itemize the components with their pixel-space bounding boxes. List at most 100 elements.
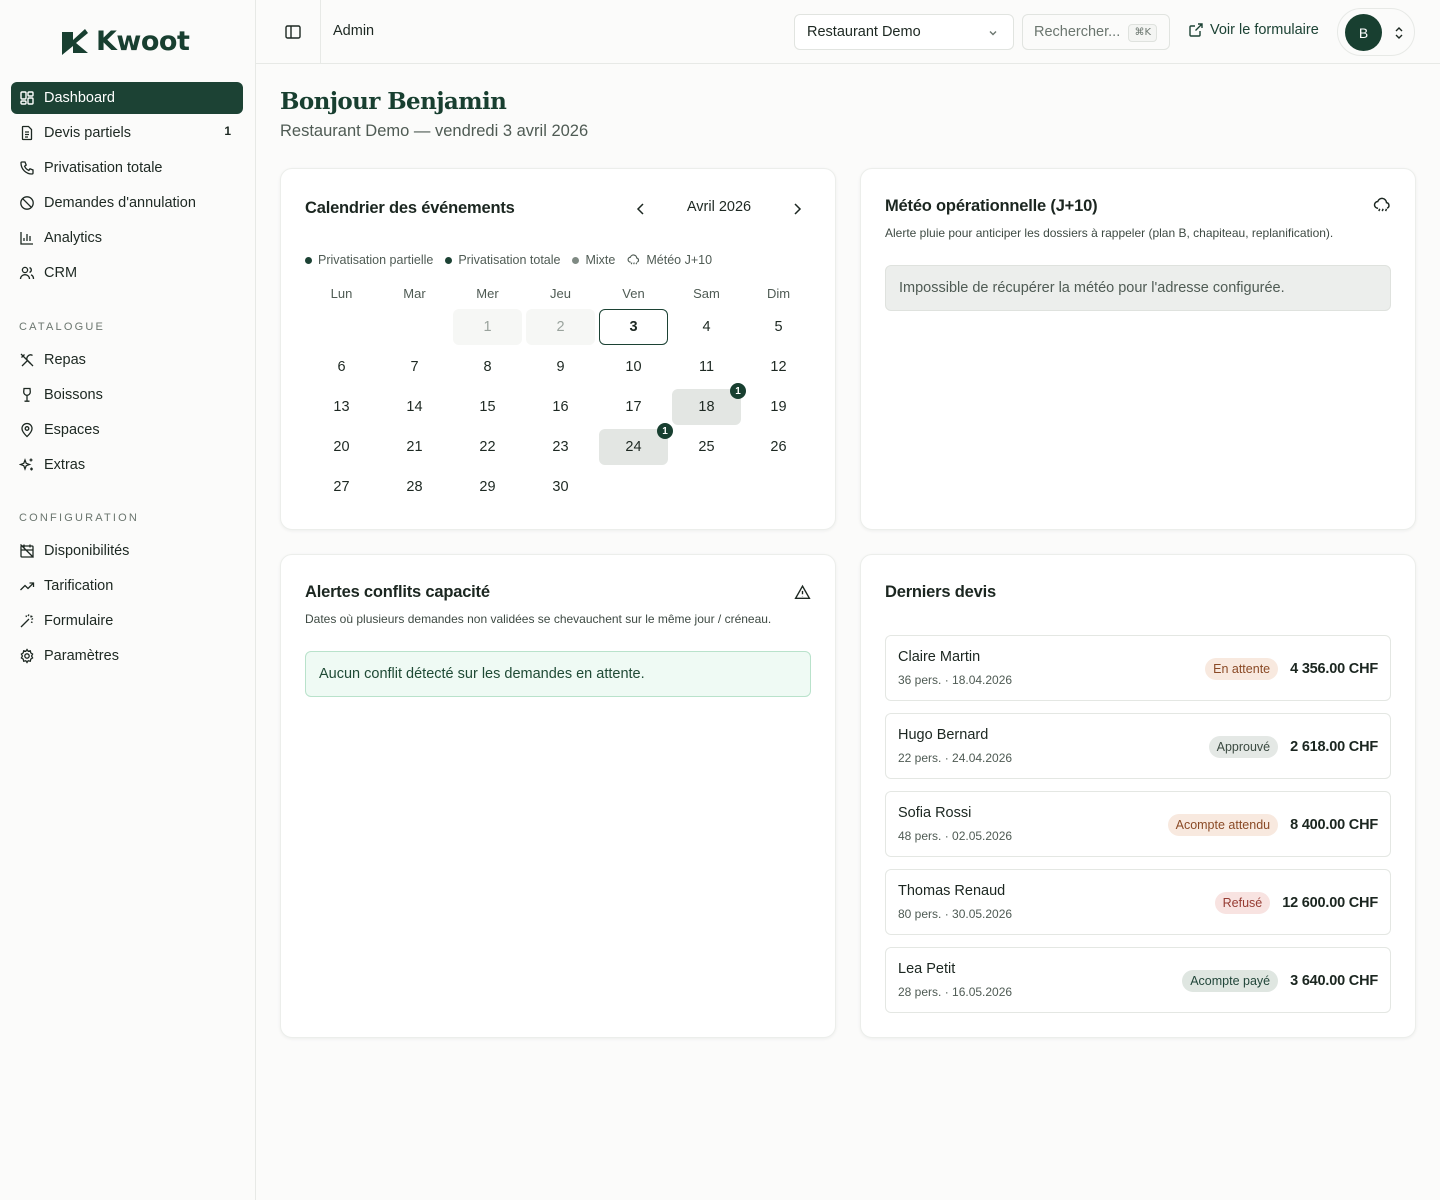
calendar-day[interactable]: 11 — [672, 349, 741, 385]
user-menu-button[interactable]: B — [1337, 8, 1415, 56]
sidebar-item-crm[interactable]: CRM — [11, 257, 243, 289]
sidebar-item-demandes-annulation[interactable]: Demandes d'annulation — [11, 187, 243, 219]
quote-amount: 3 640.00 CHF — [1290, 973, 1378, 989]
calendar-day[interactable]: 3 — [599, 309, 668, 345]
calendar-day[interactable]: 5 — [744, 309, 813, 345]
calendar-day-number: 5 — [774, 319, 783, 335]
calendar-month: Avril 2026 — [686, 199, 752, 215]
calendar-day[interactable]: 27 — [307, 469, 376, 505]
calendar-day[interactable]: 28 — [380, 469, 449, 505]
legend-item: Privatisation totale — [445, 253, 560, 267]
search-button[interactable]: Rechercher... ⌘K — [1022, 14, 1170, 50]
calendar-day-number: 20 — [333, 439, 350, 455]
sidebar-item-extras[interactable]: Extras — [11, 449, 243, 481]
client-name: Sofia Rossi — [898, 805, 972, 821]
sidebar-item-tarification[interactable]: Tarification — [11, 570, 243, 602]
calendar-day[interactable]: 9 — [526, 349, 595, 385]
quote-row[interactable]: Thomas Renaud 80 pers. · 30.05.2026 Refusé… — [885, 869, 1391, 935]
calendar-day[interactable]: 20 — [307, 429, 376, 465]
weekday-header: Ven — [622, 286, 645, 301]
calendar-day[interactable]: 29 — [453, 469, 522, 505]
quote-summary: Acompte attendu 8 400.00 CHF — [1167, 814, 1378, 836]
calendar-day[interactable]: 19 — [744, 389, 813, 425]
cloud-rain-icon — [627, 253, 640, 267]
quote-details: 28 pers. · 16.05.2026 — [898, 985, 1013, 999]
sidebar-item-repas[interactable]: Repas — [11, 344, 243, 376]
calendar-day[interactable]: 25 — [672, 429, 741, 465]
map-pin-icon — [19, 422, 35, 438]
phone-icon — [19, 160, 35, 176]
calendar-day[interactable]: 13 — [307, 389, 376, 425]
calendar-day[interactable]: 1 — [453, 309, 522, 345]
sidebar-item-label: Disponibilités — [44, 543, 130, 559]
sidebar-item-disponibilites[interactable]: Disponibilités — [11, 535, 243, 567]
legend-label: Météo J+10 — [646, 253, 713, 267]
calendar-day[interactable]: 12 — [744, 349, 813, 385]
calendar-day[interactable]: 21 — [380, 429, 449, 465]
legend-dot — [305, 256, 312, 264]
sidebar-item-analytics[interactable]: Analytics — [11, 222, 243, 254]
calendar-day-number: 23 — [552, 439, 569, 455]
calendar-day[interactable]: 26 — [744, 429, 813, 465]
calendar-day[interactable]: 8 — [453, 349, 522, 385]
sidebar-item-formulaire[interactable]: Formulaire — [11, 605, 243, 637]
utensils-icon — [19, 352, 35, 368]
calendar-day[interactable]: 6 — [307, 349, 376, 385]
calendar-day-number: 24 — [625, 439, 642, 455]
calendar-day[interactable]: 14 — [380, 389, 449, 425]
weather-title: Météo opérationnelle (J+10) — [885, 197, 1098, 215]
sidebar-item-parametres[interactable]: Paramètres — [11, 640, 243, 672]
legend-item: Privatisation partielle — [305, 253, 433, 267]
calendar-day[interactable]: 2 — [526, 309, 595, 345]
sidebar-item-privatisation-totale[interactable]: Privatisation totale — [11, 152, 243, 184]
prev-month-button[interactable] — [631, 199, 651, 219]
calendar-day[interactable]: 10 — [599, 349, 668, 385]
calendar-day-number: 19 — [770, 399, 787, 415]
status-badge: Approuvé — [1208, 736, 1279, 758]
search-placeholder: Rechercher... — [1034, 24, 1121, 40]
sidebar-item-label: Extras — [44, 457, 86, 473]
calendar-day[interactable]: 30 — [526, 469, 595, 505]
conflicts-card: Alertes conflits capacité Dates où plusi… — [280, 554, 836, 1038]
calendar-day[interactable]: 23 — [526, 429, 595, 465]
quote-row[interactable]: Claire Martin 36 pers. · 18.04.2026 En att… — [885, 635, 1391, 701]
calendar-day[interactable]: 24 1 — [599, 423, 673, 465]
quote-summary: Acompte payé 3 640.00 CHF — [1182, 970, 1378, 992]
sidebar-item-espaces[interactable]: Espaces — [11, 414, 243, 446]
sidebar-item-boissons[interactable]: Boissons — [11, 379, 243, 411]
calendar-day[interactable]: 22 — [453, 429, 522, 465]
legend-item: Météo J+10 — [627, 253, 712, 267]
calendar-day-number: 8 — [483, 359, 492, 375]
weekday-header: Mar — [403, 286, 426, 301]
trending-up-icon — [19, 578, 35, 594]
quote-row[interactable]: Lea Petit 28 pers. · 16.05.2026 Acompte pa… — [885, 947, 1391, 1013]
calendar-day-number: 10 — [625, 359, 642, 375]
legend-label: Mixte — [585, 253, 616, 267]
sidebar-item-dashboard[interactable]: Dashboard — [11, 82, 243, 114]
logo[interactable]: Kwoot — [60, 25, 190, 57]
calendar-day[interactable]: 16 — [526, 389, 595, 425]
sidebar-item-devis-partiels[interactable]: Devis partiels 1 — [11, 117, 243, 149]
calendar-day-number: 25 — [698, 439, 715, 455]
latest-quotes-card: Derniers devis Claire Martin 36 pers. · 1… — [860, 554, 1416, 1038]
calendar-day[interactable]: 4 — [672, 309, 741, 345]
view-form-link[interactable]: Voir le formulaire — [1188, 22, 1319, 38]
chevron-right-icon — [787, 199, 807, 219]
quote-summary: En attente 4 356.00 CHF — [1205, 658, 1378, 680]
calendar-day[interactable]: 18 1 — [672, 383, 746, 425]
calendar-day-number: 15 — [479, 399, 496, 415]
calendar-day-number: 28 — [406, 479, 423, 495]
calendar-day[interactable]: 7 — [380, 349, 449, 385]
quote-row[interactable]: Hugo Bernard 22 pers. · 24.04.2026 Approuv… — [885, 713, 1391, 779]
sidebar-toggle-button[interactable] — [283, 22, 303, 42]
avatar: B — [1345, 14, 1382, 51]
quote-row[interactable]: Sofia Rossi 48 pers. · 02.05.2026 Acompte … — [885, 791, 1391, 857]
calendar-day-number: 21 — [406, 439, 423, 455]
weather-subtitle: Alerte pluie pour anticiper les dossiers… — [885, 226, 1334, 240]
restaurant-select[interactable]: Restaurant Demo — [794, 14, 1014, 50]
quote-details: 48 pers. · 02.05.2026 — [898, 829, 1013, 843]
calendar-day[interactable]: 15 — [453, 389, 522, 425]
calendar-day-number: 17 — [625, 399, 642, 415]
next-month-button[interactable] — [787, 199, 807, 219]
calendar-day[interactable]: 17 — [599, 389, 668, 425]
